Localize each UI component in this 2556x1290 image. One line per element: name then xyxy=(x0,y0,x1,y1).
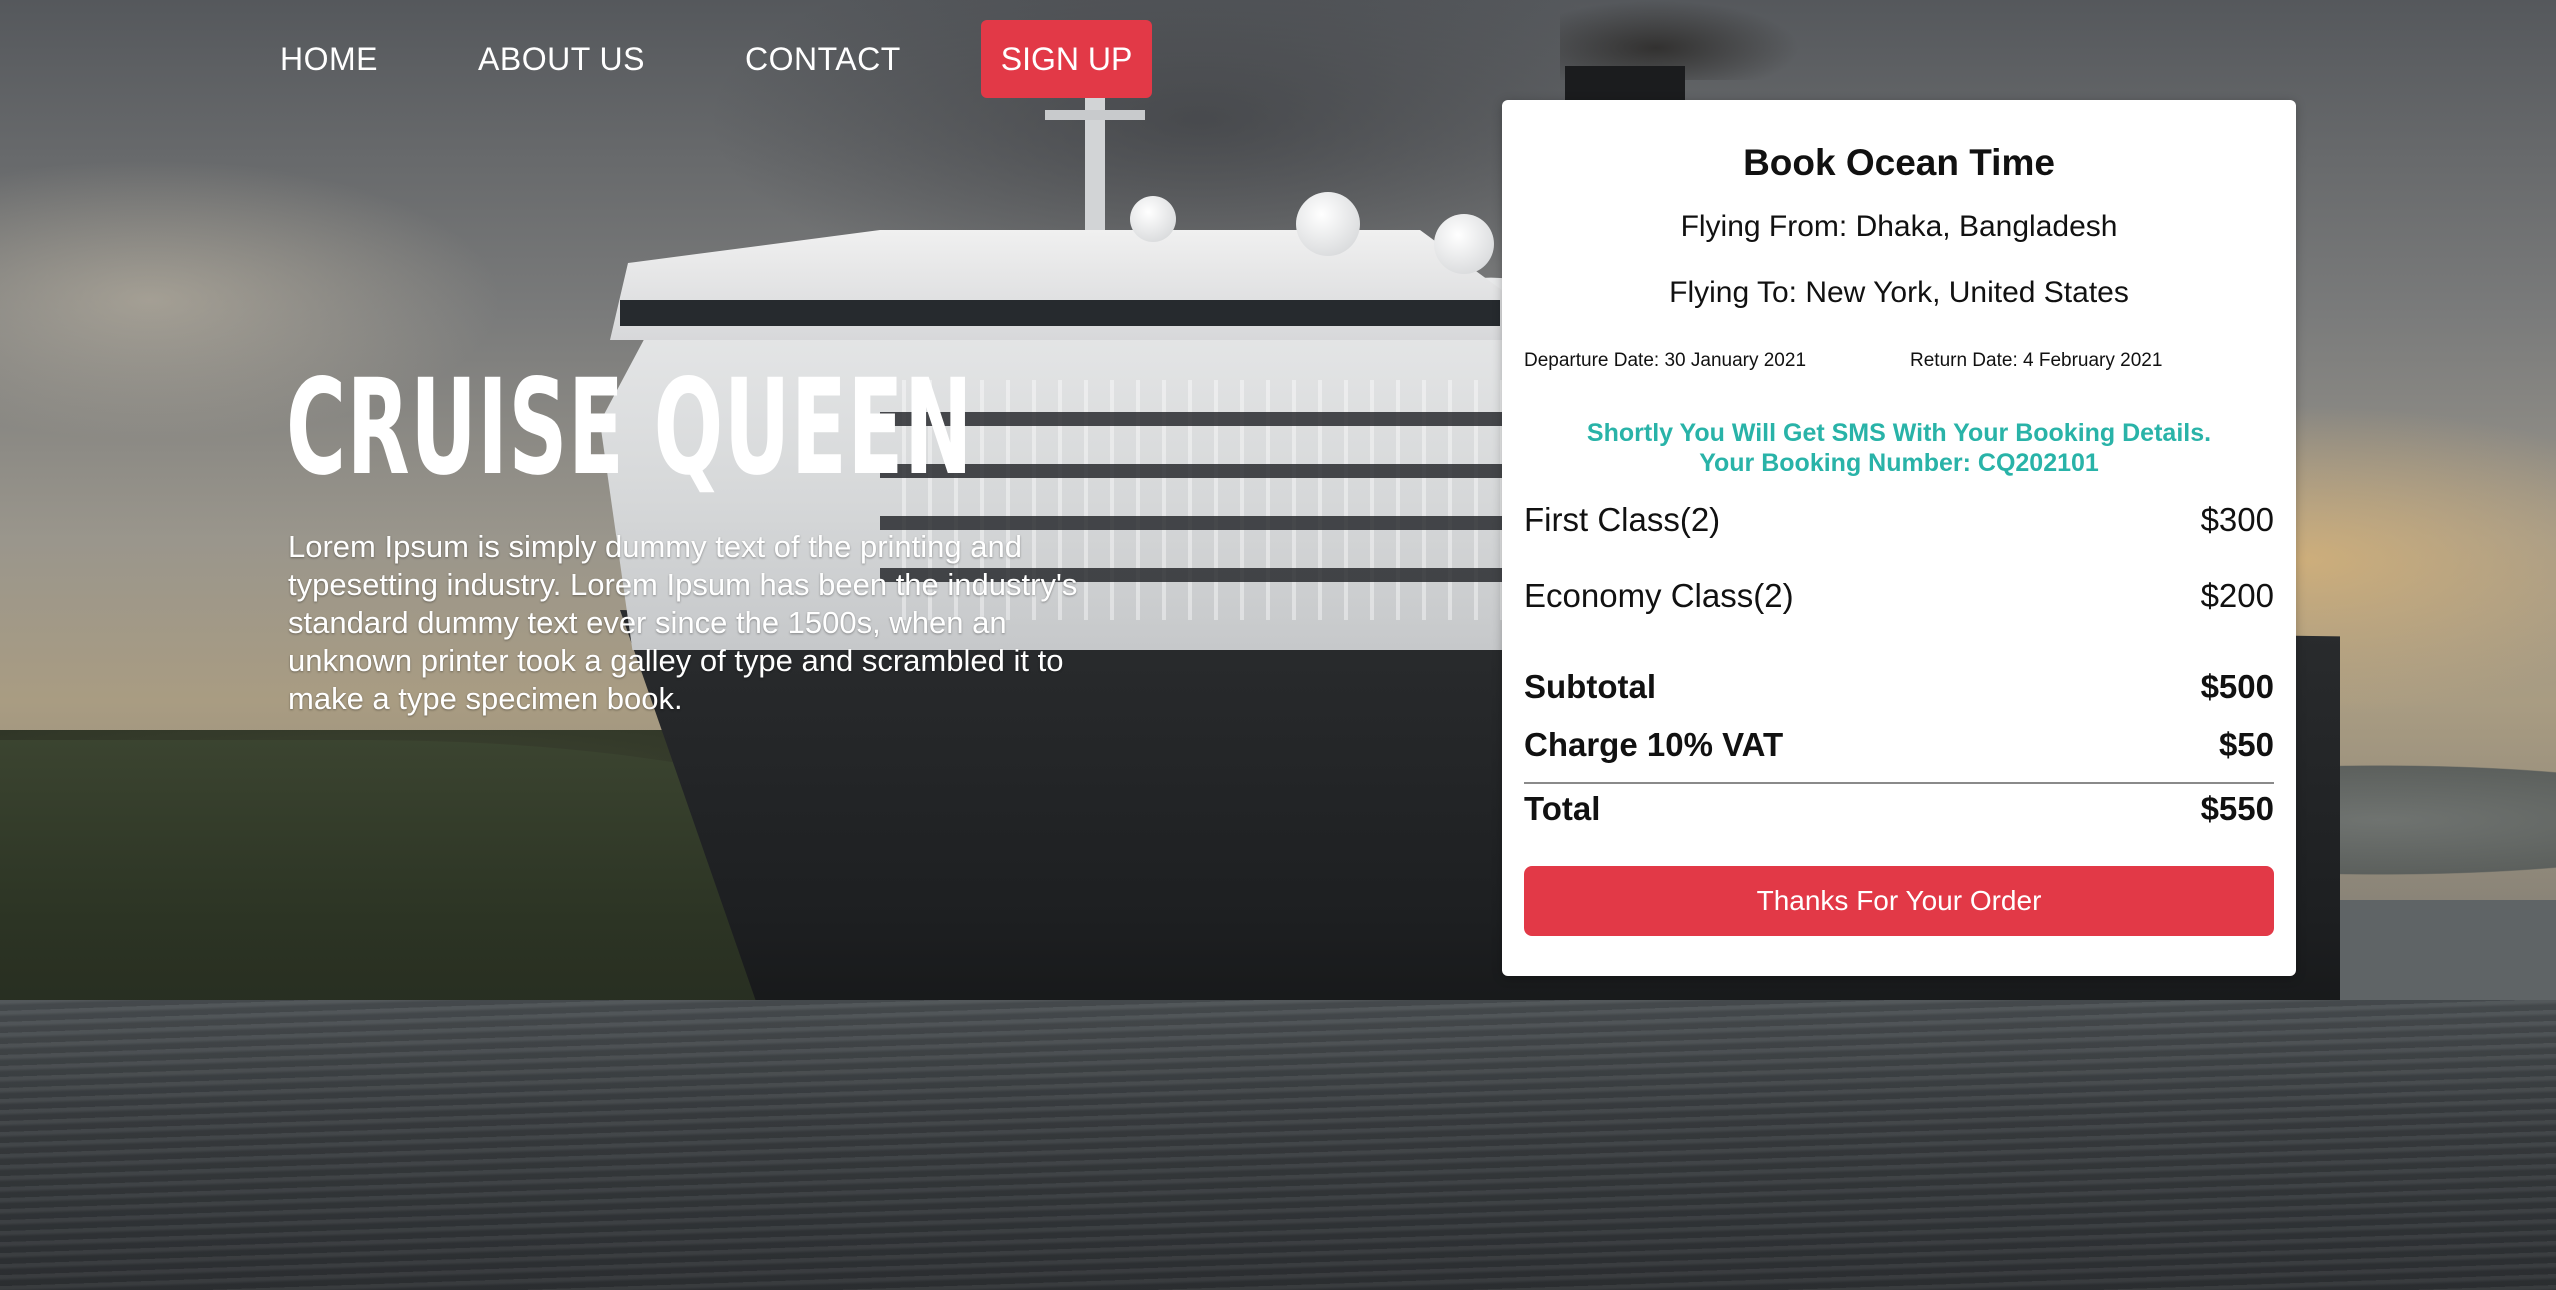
total-row: Total $550 xyxy=(1524,788,2274,830)
radar-dome xyxy=(1434,214,1494,274)
nav-about-link[interactable]: ABOUT US xyxy=(478,41,645,78)
trip-dates: Departure Date: 30 January 2021 Return D… xyxy=(1524,350,2274,374)
ship-bridge-windows xyxy=(620,300,1500,326)
thanks-order-button[interactable]: Thanks For Your Order xyxy=(1524,866,2274,936)
first-class-row: First Class(2) $300 xyxy=(1524,500,2274,540)
flying-to: Flying To: New York, United States xyxy=(1669,276,2129,309)
total-amount: $550 xyxy=(2200,790,2274,827)
first-class-label: First Class(2) xyxy=(1524,501,1721,538)
subtotal-label: Subtotal xyxy=(1524,668,1656,705)
top-nav: HOME ABOUT US CONTACT SIGN UP xyxy=(280,20,1153,98)
first-class-amount: $300 xyxy=(2200,501,2274,538)
radar-dome xyxy=(1130,196,1176,242)
departure-date: Departure Date: 30 January 2021 xyxy=(1524,350,1807,371)
flying-from: Flying From: Dhaka, Bangladesh xyxy=(1680,210,2118,243)
radar-dome xyxy=(1296,192,1360,256)
economy-class-row: Economy Class(2) $200 xyxy=(1524,576,2274,616)
economy-class-amount: $200 xyxy=(2200,577,2274,614)
ship-mast-crossbar xyxy=(1045,110,1145,120)
vat-amount: $50 xyxy=(2218,726,2274,763)
nav-contact-link[interactable]: CONTACT xyxy=(745,41,901,78)
booking-number: Your Booking Number: CQ202101 xyxy=(1699,449,2099,477)
booking-card-title: Book Ocean Time xyxy=(1743,142,2055,183)
hero-title: CRUISE QUEEN xyxy=(286,351,974,505)
return-date: Return Date: 4 February 2021 xyxy=(1910,350,2163,371)
sms-notice: Shortly You Will Get SMS With Your Booki… xyxy=(1524,418,2274,478)
booking-card: Book Ocean Time Flying From: Dhaka, Bang… xyxy=(1502,100,2296,976)
hero-description: Lorem Ipsum is simply dummy text of the … xyxy=(288,529,1078,716)
subtotal-row: Subtotal $500 xyxy=(1524,668,2274,706)
nav-home-link[interactable]: HOME xyxy=(280,41,378,78)
signup-button[interactable]: SIGN UP xyxy=(980,20,1153,98)
total-label: Total xyxy=(1524,790,1601,827)
economy-class-label: Economy Class(2) xyxy=(1524,577,1794,614)
vat-row: Charge 10% VAT $50 xyxy=(1524,726,2274,764)
vat-label: Charge 10% VAT xyxy=(1524,726,1784,763)
sms-notice-line: Shortly You Will Get SMS With Your Booki… xyxy=(1586,419,2212,447)
subtotal-amount: $500 xyxy=(2200,668,2274,705)
total-divider xyxy=(1524,782,2274,784)
sea xyxy=(0,1000,2556,1290)
